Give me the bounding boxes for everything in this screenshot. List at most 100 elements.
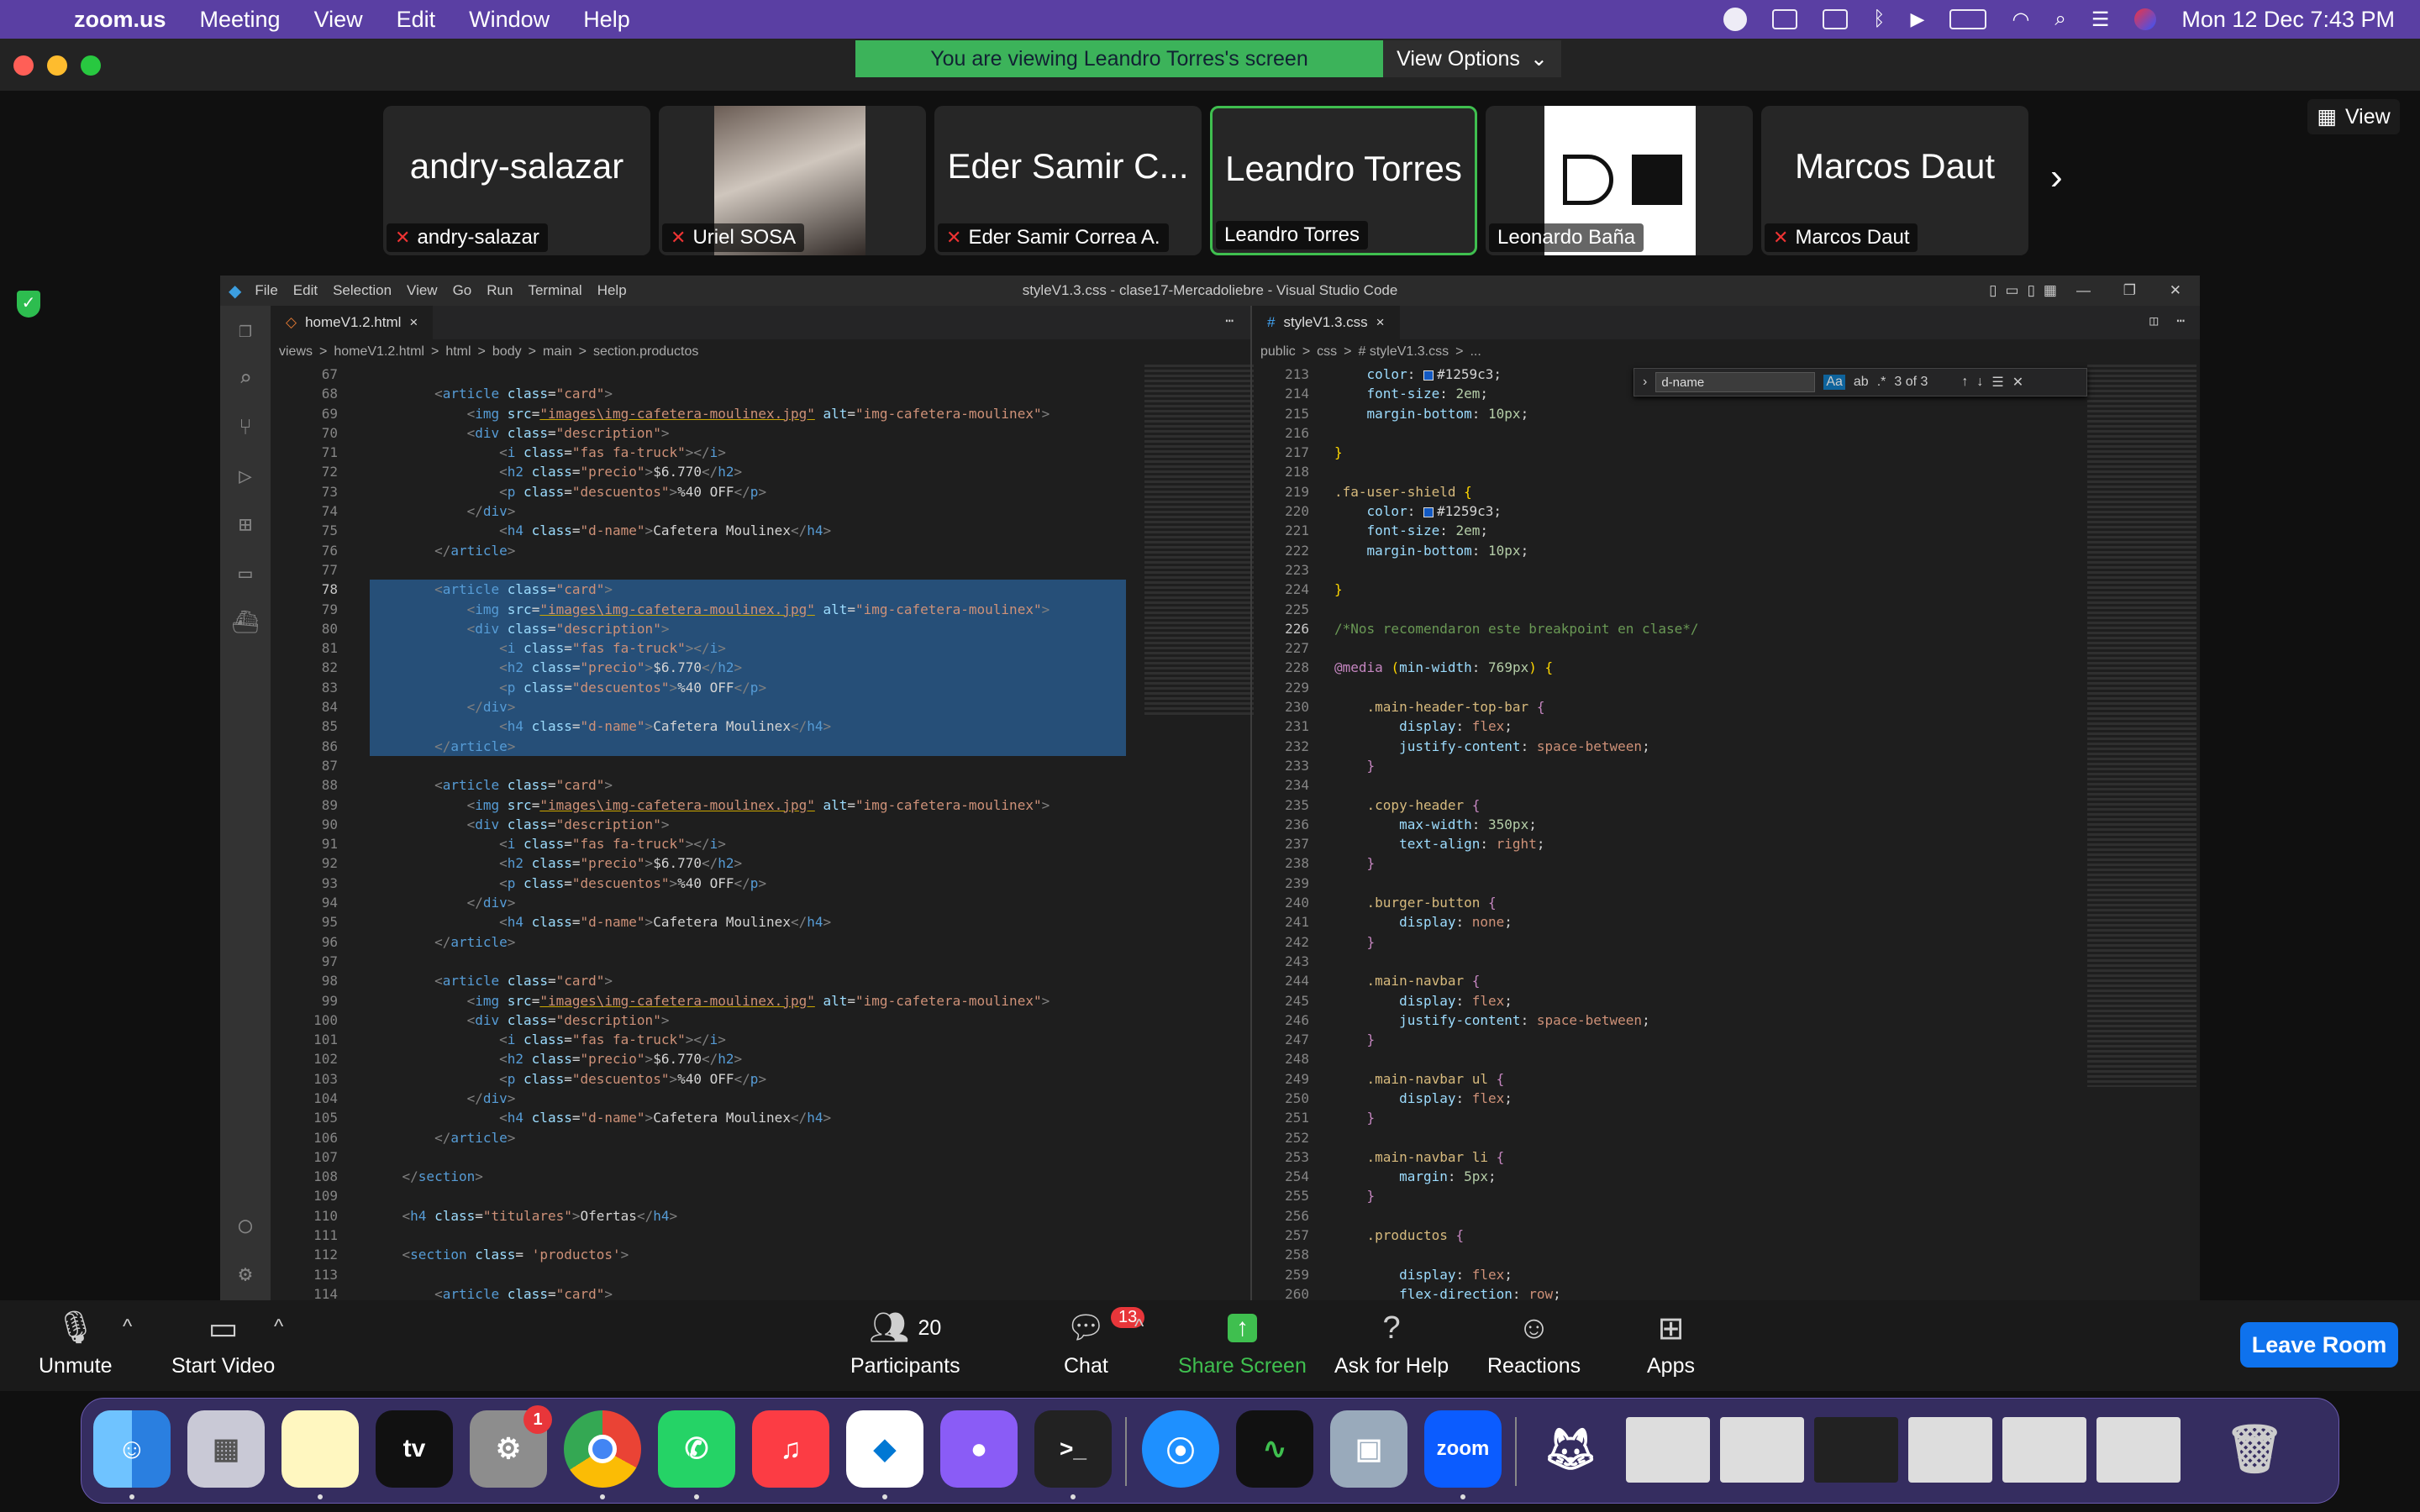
wifi-icon[interactable]: ◠ — [2012, 8, 2029, 32]
breadcrumb-item[interactable]: # styleV1.3.css — [1359, 344, 1449, 360]
participants-button[interactable]: 👥︎ 20 Participants — [850, 1307, 960, 1378]
more-actions-icon[interactable]: ⋯ — [2176, 312, 2185, 328]
menu-edit[interactable]: Edit — [397, 7, 436, 33]
vscode-menu-edit[interactable]: Edit — [293, 282, 318, 299]
view-layout-button[interactable]: ▦ View — [2307, 99, 2400, 134]
match-case-toggle[interactable]: Aa — [1823, 375, 1845, 390]
apps-button[interactable]: ⊞ Apps — [1647, 1307, 1695, 1378]
tab-homeV1.2-html[interactable]: ◇ homeV1.2.html × — [271, 306, 434, 339]
vscode-menu-go[interactable]: Go — [453, 282, 472, 299]
match-whole-word-toggle[interactable]: ab — [1854, 375, 1869, 390]
play-icon[interactable]: ▶ — [1911, 8, 1925, 30]
regex-toggle-icon[interactable]: .* — [1877, 375, 1886, 390]
menu-view[interactable]: View — [314, 7, 363, 33]
github-desktop-icon[interactable]: ● — [940, 1410, 1018, 1488]
window-thumbnail[interactable] — [2002, 1417, 2086, 1483]
terminal-icon[interactable]: >_ — [1034, 1410, 1112, 1488]
breadcrumb-item[interactable]: main — [543, 344, 572, 360]
left-minimap[interactable] — [1144, 365, 1254, 717]
start-video-button[interactable]: ▭ Start Video — [171, 1307, 275, 1378]
breadcrumb-item[interactable]: public — [1260, 344, 1296, 360]
vscode-minimize-icon[interactable]: — — [2076, 282, 2091, 299]
breadcrumb-item[interactable]: body — [492, 344, 522, 360]
video-options-chevron-icon[interactable]: ^ — [274, 1315, 283, 1339]
docker-icon[interactable]: ⛴ — [220, 598, 271, 647]
participant-tile[interactable]: Marcos Daut ✕ Marcos Daut — [1761, 106, 2028, 255]
battery-icon[interactable] — [1949, 9, 1987, 29]
remote-explorer-icon[interactable]: ▭ — [220, 549, 271, 598]
tab-close-icon[interactable]: × — [409, 314, 418, 331]
audio-options-chevron-icon[interactable]: ^ — [123, 1315, 132, 1339]
control-center-icon[interactable]: ☰ — [2091, 8, 2110, 32]
maps-pin-icon[interactable]: ⦿ — [1142, 1410, 1219, 1488]
vscode-menu-file[interactable]: File — [255, 282, 277, 299]
breadcrumb-item[interactable]: css — [1317, 344, 1337, 360]
run-debug-icon[interactable]: ▷ — [220, 452, 271, 501]
extensions-icon[interactable]: ⊞ — [220, 501, 271, 549]
leave-room-button[interactable]: Leave Room — [2240, 1322, 2398, 1368]
find-input[interactable] — [1655, 372, 1816, 392]
breadcrumb-item[interactable]: homeV1.2.html — [334, 344, 424, 360]
apple-tv-icon[interactable]: tv — [376, 1410, 453, 1488]
chrome-icon[interactable] — [564, 1410, 641, 1488]
accounts-icon[interactable]: ◯ — [220, 1201, 271, 1250]
menubar-datetime[interactable]: Mon 12 Dec 7:43 PM — [2181, 7, 2395, 33]
minimize-window-button[interactable] — [47, 55, 67, 76]
security-shield-icon[interactable]: ✓ — [17, 291, 40, 318]
source-control-icon[interactable]: ⑂ — [220, 403, 271, 452]
maximize-window-button[interactable] — [81, 55, 101, 76]
close-window-button[interactable] — [13, 55, 34, 76]
window-thumbnail[interactable] — [1908, 1417, 1992, 1483]
unmute-button[interactable]: 🎙︎ Unmute — [39, 1307, 113, 1378]
gimp-icon[interactable]: 🦊︎ — [1532, 1410, 1609, 1488]
layout-toggle-icons[interactable]: ▯▭▯▦ — [1989, 282, 2065, 299]
breadcrumb-item[interactable]: ... — [1470, 344, 1481, 360]
finder-icon[interactable]: ☺ — [93, 1410, 171, 1488]
menu-app-name[interactable]: zoom.us — [74, 7, 166, 33]
more-actions-icon[interactable]: ⋯ — [1225, 312, 1234, 328]
activity-monitor-icon[interactable]: ∿ — [1236, 1410, 1313, 1488]
window-thumbnail[interactable] — [1626, 1417, 1710, 1483]
breadcrumb-item[interactable]: section.productos — [593, 344, 698, 360]
right-minimap[interactable] — [2087, 365, 2196, 1087]
vscode-restore-icon[interactable]: ❐ — [2123, 282, 2136, 299]
search-icon[interactable]: ⌕ — [220, 354, 271, 403]
breadcrumb-item[interactable]: html — [445, 344, 471, 360]
calendar-tray-icon[interactable] — [1772, 9, 1798, 29]
tab-styleV1.3-css[interactable]: # styleV1.3.css × — [1252, 306, 1400, 339]
left-code-area[interactable]: <article class="card"> <img src="images\… — [370, 365, 1126, 1304]
manage-gear-icon[interactable]: ⚙ — [220, 1250, 271, 1299]
tab-close-icon[interactable]: × — [1376, 314, 1385, 331]
toggle-replace-chevron-icon[interactable]: › — [1643, 375, 1647, 390]
menu-window[interactable]: Window — [469, 7, 550, 33]
vscode-dock-icon[interactable]: ◆ — [846, 1410, 923, 1488]
bluetooth-icon[interactable]: ᛒ — [1873, 8, 1885, 31]
chat-options-chevron-icon[interactable]: ^ — [1134, 1315, 1144, 1339]
launchpad-icon[interactable]: ▦ — [187, 1410, 265, 1488]
window-thumbnail[interactable] — [2096, 1417, 2181, 1483]
vscode-menu-run[interactable]: Run — [487, 282, 513, 299]
menu-help[interactable]: Help — [583, 7, 630, 33]
reactions-button[interactable]: ☺ Reactions — [1487, 1307, 1581, 1378]
chat-button[interactable]: 💬︎ 13 Chat — [1064, 1307, 1145, 1378]
music-icon[interactable]: ♫ — [752, 1410, 829, 1488]
share-screen-button[interactable]: ↑ Share Screen — [1178, 1307, 1307, 1378]
previous-match-icon[interactable]: ↑ — [1961, 375, 1968, 390]
next-match-icon[interactable]: ↓ — [1976, 375, 1983, 390]
view-options-button[interactable]: View Options ⌄ — [1383, 40, 1561, 77]
participant-tile[interactable]: andry-salazar ✕ andry-salazar — [383, 106, 650, 255]
participant-tile[interactable]: Leonardo Baña — [1486, 106, 1753, 255]
editor-split-divider[interactable] — [1250, 306, 1252, 1334]
menu-meeting[interactable]: Meeting — [200, 7, 281, 33]
preview-icon[interactable]: ▣ — [1330, 1410, 1407, 1488]
vscode-close-icon[interactable]: ✕ — [2170, 282, 2181, 299]
system-settings-icon[interactable]: ⚙ 1 — [470, 1405, 552, 1488]
notes-icon[interactable] — [281, 1410, 359, 1488]
split-editor-icon[interactable]: ◫ — [2149, 312, 2158, 328]
vscode-menu-view[interactable]: View — [407, 282, 438, 299]
whatsapp-icon[interactable]: ✆ — [658, 1410, 735, 1488]
zoom-tray-icon[interactable] — [1723, 8, 1748, 31]
spotlight-search-icon[interactable]: ⌕ — [2054, 8, 2065, 31]
ask-for-help-button[interactable]: ? Ask for Help — [1334, 1307, 1449, 1378]
siri-icon[interactable] — [2134, 8, 2157, 30]
